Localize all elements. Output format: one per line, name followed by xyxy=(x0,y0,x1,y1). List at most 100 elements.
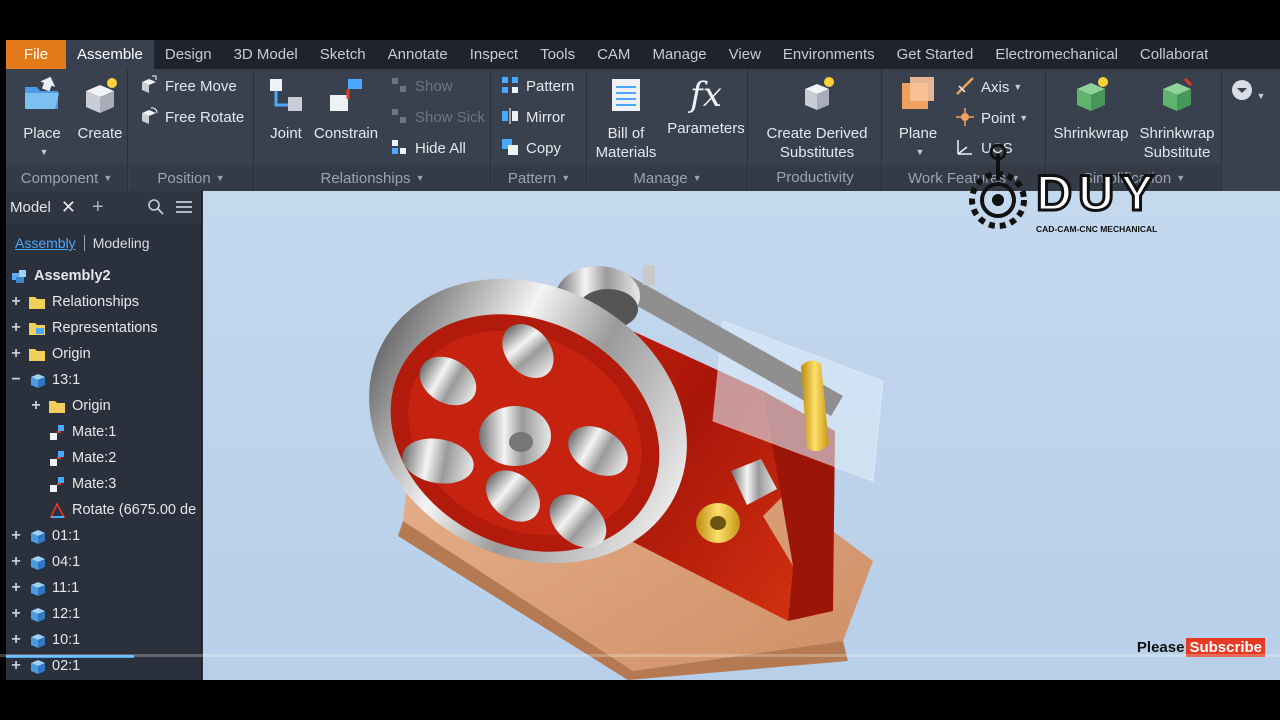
constrain-icon xyxy=(330,79,362,111)
tree-node[interactable]: Rotate (6675.00 de xyxy=(6,497,201,523)
tree-node-label: 10:1 xyxy=(52,632,81,648)
browser-header: Model ✕ + xyxy=(6,191,201,223)
tree-node-label: 13:1 xyxy=(52,372,81,388)
menu-icon[interactable] xyxy=(175,198,193,216)
video-progress-track[interactable] xyxy=(0,654,1280,657)
tree-node[interactable]: + Origin xyxy=(6,341,201,367)
tree-node[interactable]: +01:1 xyxy=(6,523,201,549)
axis-icon xyxy=(956,77,974,95)
create-button[interactable]: Create xyxy=(74,75,126,143)
tree-node-label: 01:1 xyxy=(52,528,81,544)
create-derived-substitutes-button[interactable]: Create Derived Substitutes xyxy=(757,75,877,162)
brand-text: DUY xyxy=(1035,165,1160,221)
tree-node[interactable]: +12:1 xyxy=(6,601,201,627)
expand-icon[interactable]: + xyxy=(9,575,23,601)
tree-node-label: Mate:1 xyxy=(72,424,117,440)
tab-assemble[interactable]: Assemble xyxy=(66,40,154,69)
parameters-button[interactable]: fx Parameters xyxy=(664,75,748,138)
shrinkwrap-substitute-icon xyxy=(1163,77,1193,111)
browser-tab-model[interactable]: Model xyxy=(10,199,51,216)
tree-node[interactable]: +10:1 xyxy=(6,627,201,653)
mirror-icon xyxy=(502,108,518,124)
constrain-button[interactable]: Constrain xyxy=(311,75,381,143)
tab-design[interactable]: Design xyxy=(154,40,223,69)
pattern-button[interactable]: Pattern xyxy=(500,75,574,99)
expand-icon[interactable]: + xyxy=(9,315,23,341)
tree-node[interactable]: Assembly2 xyxy=(6,263,201,289)
stirling-engine-model xyxy=(369,265,884,680)
pattern-panel-title[interactable]: Pattern ▼ xyxy=(492,165,586,191)
point-button[interactable]: Point ▼ xyxy=(955,106,1028,130)
free-rotate-icon xyxy=(142,107,158,124)
tree-node[interactable]: + Representations xyxy=(6,315,201,341)
part-icon xyxy=(31,660,45,674)
tree-node[interactable]: +04:1 xyxy=(6,549,201,575)
tree-node[interactable]: +11:1 xyxy=(6,575,201,601)
tab-view[interactable]: View xyxy=(718,40,772,69)
tab-environments[interactable]: Environments xyxy=(772,40,886,69)
tree-node-label: Rotate (6675.00 de xyxy=(72,502,197,518)
ribbon-overflow-button[interactable]: ▼ xyxy=(1228,79,1268,106)
tree-node-label: Mate:2 xyxy=(72,450,117,466)
part-icon xyxy=(31,634,45,648)
tab-sketch[interactable]: Sketch xyxy=(309,40,377,69)
tab-file[interactable]: File xyxy=(6,40,66,69)
search-icon[interactable] xyxy=(147,198,165,216)
tree-node[interactable]: Mate:1 xyxy=(6,419,201,445)
tab-electromechanical[interactable]: Electromechanical xyxy=(984,40,1129,69)
tree-node-label: Origin xyxy=(72,398,111,414)
tab-manage[interactable]: Manage xyxy=(641,40,717,69)
mode-assembly[interactable]: Assembly xyxy=(15,235,85,251)
tree-node[interactable]: Mate:2 xyxy=(6,445,201,471)
show-button[interactable]: Show xyxy=(389,75,453,99)
free-move-button[interactable]: Free Move xyxy=(139,75,237,99)
expand-icon[interactable]: + xyxy=(9,523,23,549)
add-browser-icon[interactable]: + xyxy=(92,196,104,219)
close-icon[interactable]: ✕ xyxy=(61,197,76,218)
shrinkwrap-button[interactable]: Shrinkwrap xyxy=(1051,75,1131,143)
panel-manage: Bill of Materials fx Parameters Manage ▼ xyxy=(588,69,748,191)
expand-icon[interactable]: + xyxy=(29,393,43,419)
position-panel-title[interactable]: Position ▼ xyxy=(129,165,253,191)
tree-node-label: Origin xyxy=(52,346,91,362)
expand-icon[interactable]: + xyxy=(9,341,23,367)
tab-inspect[interactable]: Inspect xyxy=(459,40,529,69)
tab-tools[interactable]: Tools xyxy=(529,40,586,69)
mirror-button[interactable]: Mirror xyxy=(500,106,565,130)
show-sick-button[interactable]: Show Sick xyxy=(389,106,485,130)
tree-node[interactable]: + Relationships xyxy=(6,289,201,315)
panel-component: Place ▼ Create Component ▼ xyxy=(6,69,128,191)
tab-get-started[interactable]: Get Started xyxy=(886,40,985,69)
place-label: Place xyxy=(23,125,61,142)
tree-node[interactable]: Mate:3 xyxy=(6,471,201,497)
place-button[interactable]: Place ▼ xyxy=(16,75,68,162)
collapse-icon[interactable]: − xyxy=(9,367,23,393)
expand-icon[interactable]: + xyxy=(9,627,23,653)
tree-node[interactable]: − 13:1 xyxy=(6,367,201,393)
plane-button[interactable]: Plane ▼ xyxy=(891,75,945,162)
manage-panel-title[interactable]: Manage ▼ xyxy=(588,165,747,191)
joint-button[interactable]: Joint xyxy=(261,75,311,143)
chevron-down-circle-icon xyxy=(1231,80,1252,100)
expand-icon[interactable]: + xyxy=(9,601,23,627)
relationships-panel-title[interactable]: Relationships ▼ xyxy=(255,165,490,191)
tab-3d-model[interactable]: 3D Model xyxy=(223,40,309,69)
hide-all-button[interactable]: Hide All xyxy=(389,137,466,161)
copy-button[interactable]: Copy xyxy=(500,137,561,161)
component-panel-title[interactable]: Component ▼ xyxy=(6,165,127,191)
expand-icon[interactable]: + xyxy=(9,289,23,315)
graphics-viewport[interactable]: Please Subscribe xyxy=(203,191,1280,680)
expand-icon[interactable]: + xyxy=(9,549,23,575)
free-rotate-button[interactable]: Free Rotate xyxy=(139,106,244,130)
place-dropdown-caret[interactable]: ▼ xyxy=(20,143,68,162)
axis-button[interactable]: Axis ▼ xyxy=(955,75,1022,99)
tab-annotate[interactable]: Annotate xyxy=(377,40,459,69)
tab-cam[interactable]: CAM xyxy=(586,40,641,69)
tab-collaborate[interactable]: Collaborat xyxy=(1129,40,1219,69)
mode-modeling[interactable]: Modeling xyxy=(85,235,150,251)
tree-node[interactable]: + Origin xyxy=(6,393,201,419)
folder-icon xyxy=(29,349,45,361)
bill-of-materials-button[interactable]: Bill of Materials xyxy=(592,75,660,162)
plane-label: Plane xyxy=(898,125,938,142)
plane-dropdown-caret[interactable]: ▼ xyxy=(895,143,945,162)
